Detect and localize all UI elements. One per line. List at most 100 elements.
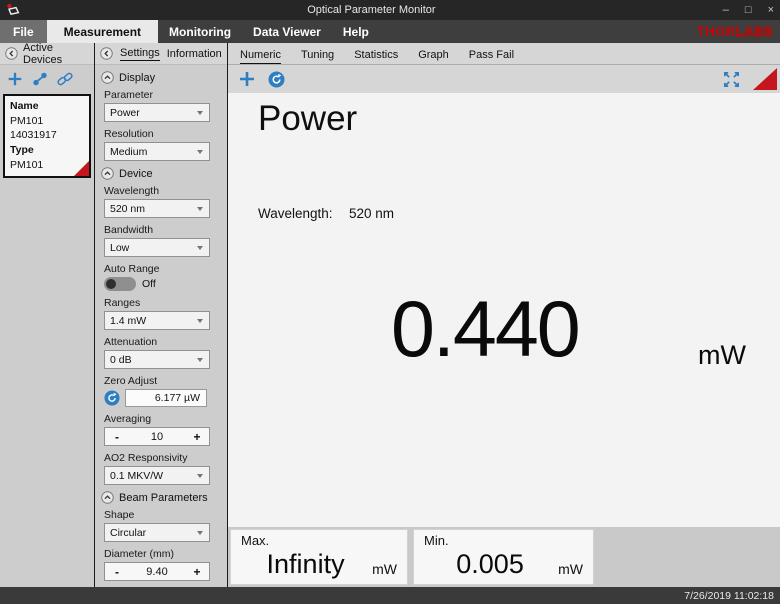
menu-item-measurement[interactable]: Measurement — [47, 20, 158, 43]
increment-button[interactable]: + — [185, 565, 209, 579]
chevron-down-icon — [197, 246, 203, 250]
collapse-section-icon[interactable] — [101, 491, 114, 504]
parameter-title: Power — [258, 99, 357, 139]
chevron-down-icon — [197, 111, 203, 115]
tab-graph[interactable]: Graph — [408, 45, 459, 63]
wavelength-select[interactable]: 520 nm — [104, 199, 210, 218]
active-devices-title: Active Devices — [23, 42, 89, 66]
power-reading-unit: mW — [698, 340, 746, 371]
statusbar: 7/26/2019 11:02:18 — [0, 587, 780, 604]
max-value: Infinity — [241, 549, 370, 580]
collapse-panel-icon[interactable] — [5, 47, 18, 60]
zero-adjust-label: Zero Adjust — [104, 375, 221, 387]
toggle-knob — [106, 279, 116, 289]
chevron-down-icon — [197, 150, 203, 154]
min-unit: mW — [558, 551, 583, 577]
parameter-select[interactable]: Power — [104, 103, 210, 122]
decrement-button[interactable]: - — [105, 565, 129, 579]
ranges-select[interactable]: 1.4 mW — [104, 311, 210, 330]
zero-sensor-icon[interactable] — [268, 71, 285, 88]
max-box: Max. Infinity mW — [230, 529, 408, 585]
chevron-down-icon — [197, 531, 203, 535]
wavelength-label: Wavelength — [104, 185, 221, 197]
device-name-value: PM101 14031917 — [10, 114, 84, 143]
power-reading-value: 0.440 — [391, 289, 579, 368]
chevron-down-icon — [197, 207, 203, 211]
view-tabs: Numeric Tuning Statistics Graph Pass Fai… — [228, 43, 780, 65]
zero-adjust-icon[interactable] — [104, 390, 120, 406]
chevron-down-icon — [197, 319, 203, 323]
collapse-section-icon[interactable] — [101, 167, 114, 180]
add-device-icon[interactable] — [6, 70, 24, 88]
titlebar: Optical Parameter Monitor – □ × — [0, 0, 780, 20]
wavelength-readout-label: Wavelength: — [258, 206, 349, 221]
tab-numeric[interactable]: Numeric — [230, 45, 291, 63]
maximize-icon[interactable]: □ — [745, 5, 752, 16]
ao2-responsivity-select[interactable]: 0.1 MKV/W — [104, 466, 210, 485]
ranges-label: Ranges — [104, 297, 221, 309]
diameter-label: Diameter (mm) — [104, 548, 221, 560]
menu-item-file[interactable]: File — [0, 20, 47, 43]
averaging-value[interactable]: 10 — [129, 431, 185, 443]
resolution-select[interactable]: Medium — [104, 142, 210, 161]
numeric-view: Power Wavelength: 520 nm 0.440 mW Max. I… — [228, 93, 780, 587]
section-device[interactable]: Device — [101, 167, 221, 180]
fullscreen-expand-icon[interactable] — [722, 70, 741, 89]
connect-device-icon[interactable] — [56, 70, 74, 88]
increment-button[interactable]: + — [185, 430, 209, 444]
section-display[interactable]: Display — [101, 71, 221, 84]
wavelength-readout-value: 520 nm — [349, 206, 394, 221]
settings-panel: Settings Information Display Parameter P… — [95, 43, 228, 587]
menu-item-help[interactable]: Help — [332, 20, 380, 43]
thorlabs-logo: THORLABS — [697, 20, 780, 43]
auto-range-state: Off — [142, 278, 156, 290]
datetime-text: 7/26/2019 11:02:18 — [684, 590, 774, 602]
collapse-section-icon[interactable] — [101, 71, 114, 84]
decrement-button[interactable]: - — [105, 430, 129, 444]
measurement-panel: Numeric Tuning Statistics Graph Pass Fai… — [228, 43, 780, 587]
min-label: Min. — [424, 533, 583, 548]
tab-information[interactable]: Information — [167, 48, 222, 60]
menubar: File Measurement Monitoring Data Viewer … — [0, 20, 780, 43]
chevron-down-icon — [197, 358, 203, 362]
close-icon[interactable]: × — [768, 5, 774, 16]
diameter-value[interactable]: 9.40 — [129, 566, 185, 578]
section-beam-parameters[interactable]: Beam Parameters — [101, 491, 221, 504]
device-type-label: Type — [10, 143, 84, 158]
shape-label: Shape — [104, 509, 221, 521]
tab-tuning[interactable]: Tuning — [291, 45, 344, 63]
device-type-value: PM101 — [10, 158, 84, 173]
attenuation-select[interactable]: 0 dB — [104, 350, 210, 369]
menu-item-monitoring[interactable]: Monitoring — [158, 20, 242, 43]
app-icon — [6, 3, 20, 17]
min-box: Min. 0.005 mW — [413, 529, 594, 585]
max-unit: mW — [372, 551, 397, 577]
tab-statistics[interactable]: Statistics — [344, 45, 408, 63]
bandwidth-select[interactable]: Low — [104, 238, 210, 257]
auto-range-toggle[interactable] — [104, 277, 136, 291]
zero-adjust-field[interactable]: 6.177 µW — [125, 389, 207, 407]
device-card[interactable]: Name PM101 14031917 Type PM101 — [3, 94, 91, 178]
averaging-stepper: - 10 + — [104, 427, 210, 446]
app-window: Optical Parameter Monitor – □ × File Mea… — [0, 0, 780, 604]
min-max-strip: Max. Infinity mW Min. 0.005 mW — [228, 527, 780, 587]
shape-select[interactable]: Circular — [104, 523, 210, 542]
diameter-stepper: - 9.40 + — [104, 562, 210, 581]
attenuation-label: Attenuation — [104, 336, 221, 348]
ao2-responsivity-label: AO2 Responsivity — [104, 452, 221, 464]
add-view-icon[interactable] — [237, 69, 257, 89]
device-name-label: Name — [10, 99, 84, 114]
tab-pass-fail[interactable]: Pass Fail — [459, 45, 524, 63]
window-title: Optical Parameter Monitor — [20, 4, 723, 16]
active-devices-panel: Active Devices — [0, 43, 95, 587]
collapse-settings-icon[interactable] — [100, 47, 113, 60]
resolution-label: Resolution — [104, 128, 221, 140]
tab-settings[interactable]: Settings — [120, 47, 160, 61]
alert-triangle-icon — [753, 68, 777, 90]
min-value: 0.005 — [424, 549, 556, 580]
averaging-label: Averaging — [104, 413, 221, 425]
max-label: Max. — [241, 533, 397, 548]
minimize-icon[interactable]: – — [723, 5, 729, 16]
link-devices-icon[interactable] — [31, 70, 49, 88]
menu-item-data-viewer[interactable]: Data Viewer — [242, 20, 332, 43]
